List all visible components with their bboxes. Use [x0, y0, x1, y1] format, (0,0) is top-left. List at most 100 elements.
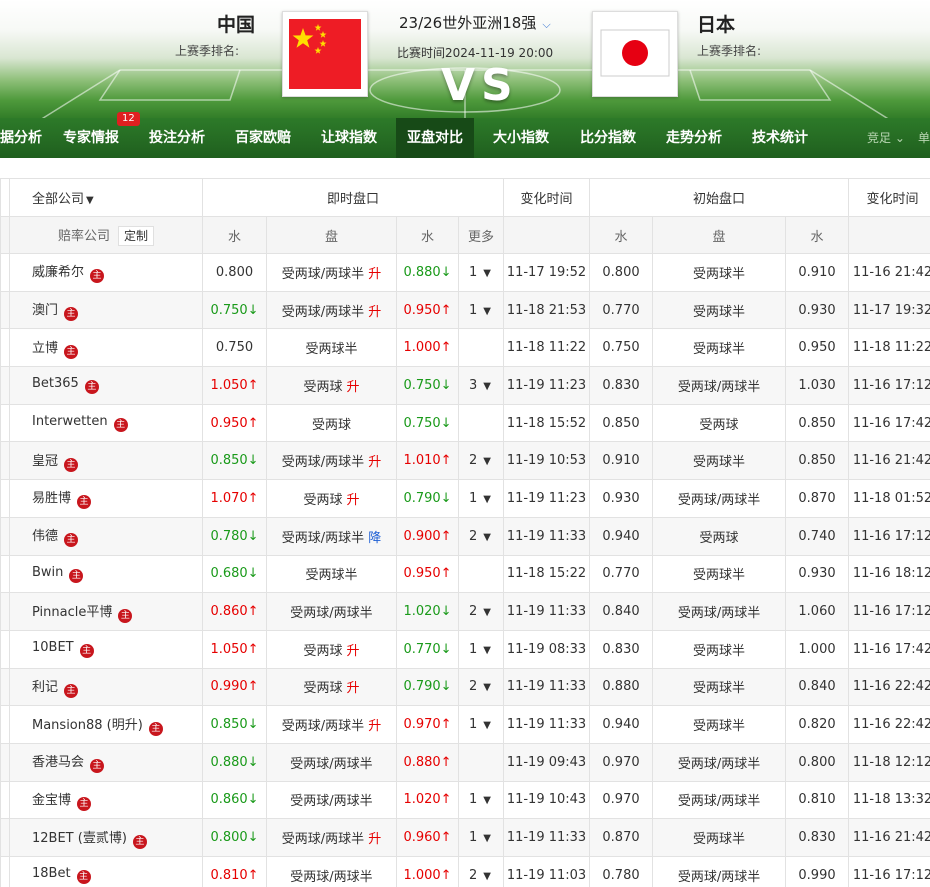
- company-name[interactable]: Pinnacle平博: [32, 605, 112, 620]
- table-row[interactable]: 金宝博主 0.860↓ 受两球/两球半 1.020↑ 1 ▼ 11-19 10:43 0.97…: [0, 780, 930, 820]
- more-cell[interactable]: 1 ▼: [457, 818, 505, 857]
- company-name[interactable]: 皇冠: [32, 454, 58, 469]
- company-name[interactable]: Interwetten: [32, 414, 108, 429]
- more-cell[interactable]: 1 ▼: [457, 253, 505, 292]
- table-row[interactable]: 香港马会主 0.880↓ 受两球/两球半 0.880↑ 11-19 09:43 0.970…: [0, 742, 930, 782]
- nav-tab-data-analysis[interactable]: 据分析: [0, 118, 48, 158]
- more-count[interactable]: 1: [469, 792, 477, 807]
- company-cell[interactable]: Bet365 主: [9, 366, 203, 405]
- away-team-name[interactable]: 日本: [697, 10, 735, 37]
- company-cell[interactable]: 12BET (壹贰博) 主: [9, 818, 203, 857]
- more-count[interactable]: 1: [469, 642, 477, 657]
- company-name[interactable]: 利记: [32, 680, 58, 695]
- company-name[interactable]: 12BET (壹贰博): [32, 831, 127, 846]
- more-count[interactable]: 1: [469, 717, 477, 732]
- table-row[interactable]: 伟德主 0.780↓ 受两球/两球半降 0.900↑ 2 ▼ 11-19 11:33 0.94…: [0, 516, 930, 556]
- nav-tab-over-under[interactable]: 大小指数: [482, 118, 560, 158]
- table-row[interactable]: 10BET 主 1.050↑ 受两球升 0.770↓ 1 ▼ 11-19 08:33 0.830…: [0, 629, 930, 669]
- table-row[interactable]: 12BET (壹贰博) 主 0.800↓ 受两球/两球半升 0.960↑ 1 ▼ 11-19 …: [0, 818, 930, 857]
- caret-down-icon[interactable]: ▼: [483, 795, 491, 806]
- table-row[interactable]: Bwin 主 0.680↓ 受两球半 0.950↑ 11-18 15:22 0.770 受两球…: [0, 554, 930, 594]
- company-name[interactable]: Mansion88 (明升): [32, 718, 143, 733]
- more-cell[interactable]: 2 ▼: [457, 441, 505, 481]
- company-cell[interactable]: Pinnacle平博主: [9, 592, 203, 631]
- company-cell[interactable]: 澳门主: [9, 290, 203, 330]
- company-name[interactable]: 香港马会: [32, 755, 84, 770]
- caret-down-icon[interactable]: ▼: [483, 306, 491, 317]
- league-selector[interactable]: 23/26世外亚洲18强 ⌵: [399, 12, 551, 33]
- company-cell[interactable]: 伟德主: [9, 516, 203, 556]
- table-row[interactable]: Bet365 主 1.050↑ 受两球升 0.750↓ 3 ▼ 11-19 11:23 0.83…: [0, 366, 930, 405]
- more-cell[interactable]: 1 ▼: [457, 290, 505, 330]
- company-cell[interactable]: 利记主: [9, 667, 203, 707]
- more-cell[interactable]: 1 ▼: [457, 705, 505, 744]
- company-name[interactable]: 10BET: [32, 640, 74, 655]
- more-cell[interactable]: 2 ▼: [457, 856, 505, 887]
- caret-down-icon[interactable]: ▼: [483, 645, 491, 656]
- more-cell[interactable]: 2 ▼: [457, 592, 505, 631]
- customize-button[interactable]: 定制: [118, 225, 155, 246]
- company-cell[interactable]: Bwin 主: [9, 554, 203, 594]
- table-row[interactable]: Interwetten 主 0.950↑ 受两球 0.750↓ 11-18 15:52 0.…: [0, 403, 930, 443]
- caret-down-icon[interactable]: ▼: [483, 532, 491, 543]
- caret-down-icon[interactable]: ▼: [483, 456, 491, 467]
- company-name[interactable]: 威廉希尔: [32, 265, 84, 280]
- table-row[interactable]: 澳门主 0.750↓ 受两球/两球半升 0.950↑ 1 ▼ 11-18 21:53 0.77…: [0, 290, 930, 330]
- nav-tab-score-index[interactable]: 比分指数: [569, 118, 647, 158]
- caret-down-icon[interactable]: ▼: [483, 494, 491, 505]
- nav-tab-tech-stats[interactable]: 技术统计: [741, 118, 819, 158]
- more-count[interactable]: 2: [469, 868, 477, 883]
- more-count[interactable]: 2: [469, 679, 477, 694]
- company-name[interactable]: 伟德: [32, 529, 58, 544]
- nav-tab-trend-analysis[interactable]: 走势分析: [655, 118, 733, 158]
- company-cell[interactable]: 皇冠主: [9, 441, 203, 481]
- company-name[interactable]: 18Bet: [32, 866, 71, 881]
- more-cell[interactable]: 1 ▼: [457, 629, 505, 669]
- more-count[interactable]: 1: [469, 830, 477, 845]
- more-cell[interactable]: 3 ▼: [457, 366, 505, 405]
- caret-down-icon[interactable]: ▼: [483, 833, 491, 844]
- company-cell[interactable]: 香港马会主: [9, 742, 203, 782]
- company-cell[interactable]: Mansion88 (明升) 主: [9, 705, 203, 744]
- company-name[interactable]: Bwin: [32, 565, 63, 580]
- nav-tab-handicap-index[interactable]: 让球指数: [310, 118, 388, 158]
- more-count[interactable]: 1: [469, 303, 477, 318]
- company-name[interactable]: 金宝博: [32, 793, 71, 808]
- company-cell[interactable]: Interwetten 主: [9, 403, 203, 443]
- more-cell[interactable]: 1 ▼: [457, 780, 505, 820]
- nav-right-cut[interactable]: 单: [918, 118, 930, 158]
- caret-down-icon[interactable]: ▼: [483, 682, 491, 693]
- company-name[interactable]: 易胜博: [32, 491, 71, 506]
- caret-down-icon[interactable]: ▼: [483, 607, 491, 618]
- more-cell[interactable]: 2 ▼: [457, 667, 505, 707]
- more-count[interactable]: 2: [469, 604, 477, 619]
- more-count[interactable]: 2: [469, 529, 477, 544]
- more-count[interactable]: 2: [469, 453, 477, 468]
- table-row[interactable]: 皇冠主 0.850↓ 受两球/两球半升 1.010↑ 2 ▼ 11-19 10:53 0.91…: [0, 441, 930, 481]
- company-cell[interactable]: 立博主: [9, 328, 203, 368]
- more-count[interactable]: 3: [469, 378, 477, 393]
- table-row[interactable]: 易胜博主 1.070↑ 受两球升 0.790↓ 1 ▼ 11-19 11:23 0.930 受两…: [0, 479, 930, 518]
- more-count[interactable]: 1: [469, 491, 477, 506]
- company-filter[interactable]: 全部公司 ▼: [9, 178, 203, 217]
- lottery-select[interactable]: 竞足 ⌄: [867, 118, 905, 158]
- nav-tab-asian-handicap[interactable]: 亚盘对比: [396, 118, 474, 158]
- company-name[interactable]: 澳门: [32, 303, 58, 318]
- caret-down-icon[interactable]: ▼: [483, 720, 491, 731]
- home-team-name[interactable]: 中国: [217, 10, 255, 37]
- more-cell[interactable]: 1 ▼: [457, 479, 505, 518]
- company-cell[interactable]: 金宝博主: [9, 780, 203, 820]
- table-row[interactable]: 威廉希尔主 0.800 受两球/两球半升 0.880↓ 1 ▼ 11-17 19:52 0.8…: [0, 253, 930, 292]
- company-cell[interactable]: 易胜博主: [9, 479, 203, 518]
- more-cell[interactable]: 2 ▼: [457, 516, 505, 556]
- table-row[interactable]: Mansion88 (明升) 主 0.850↓ 受两球/两球半升 0.970↑ 1 ▼ 11-…: [0, 705, 930, 744]
- table-row[interactable]: 18Bet 主 0.810↑ 受两球/两球半 1.000↑ 2 ▼ 11-19 11:03 0.…: [0, 856, 930, 887]
- nav-tab-betting-analysis[interactable]: 投注分析: [138, 118, 216, 158]
- more-count[interactable]: 1: [469, 265, 477, 280]
- caret-down-icon[interactable]: ▼: [483, 381, 491, 392]
- caret-down-icon[interactable]: ▼: [483, 871, 491, 882]
- table-row[interactable]: 立博主 0.750 受两球半 1.000↑ 11-18 11:22 0.750 受两球半 0.…: [0, 328, 930, 368]
- nav-tab-european-odds[interactable]: 百家欧赔: [224, 118, 302, 158]
- company-cell[interactable]: 18Bet 主: [9, 856, 203, 887]
- caret-down-icon[interactable]: ▼: [483, 268, 491, 279]
